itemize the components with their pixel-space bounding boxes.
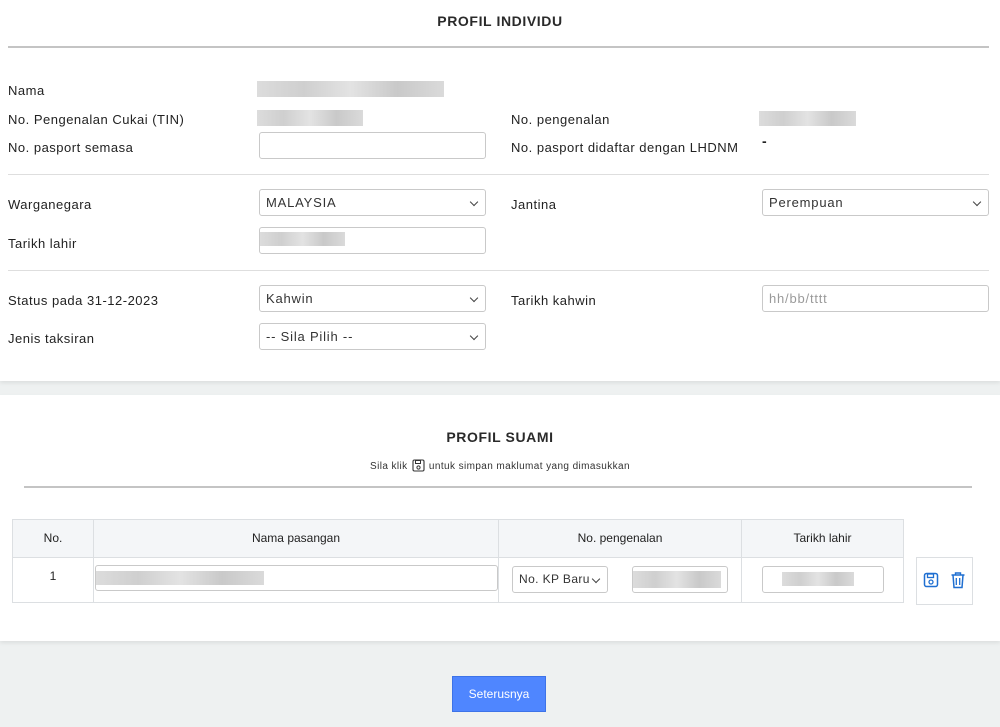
tarikh-lahir-value-redacted [260,232,345,246]
pasport-lhdnm-label: No. pasport didaftar dengan LHDNM [511,140,739,155]
tarikh-kahwin-input[interactable]: hh/bb/tttt [762,285,989,312]
tarikh-kahwin-label: Tarikh kahwin [511,293,597,308]
suami-title-divider [24,486,972,488]
profil-suami-title: PROFIL SUAMI [446,429,554,445]
pasport-lhdnm-value: - [762,133,767,149]
nama-pasangan-input[interactable] [95,565,498,591]
jenis-taksiran-select[interactable]: -- Sila Pilih -- [259,323,486,350]
tin-value-redacted [257,110,363,126]
section-divider-1 [8,174,989,175]
tin-label: No. Pengenalan Cukai (TIN) [8,112,185,127]
jantina-selected: Perempuan [769,195,844,210]
save-row-icon[interactable] [923,572,939,588]
tarikh-lahir-suami-redacted [782,572,854,586]
title-divider [8,46,989,48]
jenis-taksiran-selected: -- Sila Pilih -- [266,329,354,344]
status-select[interactable]: Kahwin [259,285,486,312]
jantina-select[interactable]: Perempuan [762,189,989,216]
section-divider-2 [8,270,989,271]
profil-individu-title: PROFIL INDIVIDU [437,13,563,29]
profil-individu-card: PROFIL INDIVIDU Nama No. Pengenalan Cuka… [0,0,1000,381]
warganegara-label: Warganegara [8,197,92,212]
delete-row-icon[interactable] [950,571,966,589]
table-row-tarikh-lahir-cell [741,557,904,603]
status-label: Status pada 31-12-2023 [8,293,159,308]
table-header-nama: Nama pasangan [93,519,499,558]
table-row-no: 1 [12,557,94,603]
tarikh-lahir-suami-input[interactable] [762,566,884,593]
table-row-pengenalan-cell: No. KP Baru [498,557,742,603]
table-row-nama-cell [93,557,499,603]
save-icon [412,459,425,472]
jenis-pengenalan-select[interactable]: No. KP Baru [512,566,608,593]
tarikh-lahir-label: Tarikh lahir [8,236,77,251]
no-pengenalan-label: No. pengenalan [511,112,610,127]
jenis-pengenalan-selected: No. KP Baru [519,572,590,586]
profil-suami-card: PROFIL SUAMI Sila klik untuk simpan makl… [0,395,1000,641]
tarikh-lahir-input[interactable] [259,227,486,254]
table-header-pengenalan: No. pengenalan [498,519,742,558]
nama-pasangan-redacted [96,571,264,585]
row-actions [916,557,973,605]
save-hint-before: Sila klik [370,461,408,472]
nama-label: Nama [8,83,45,98]
no-pengenalan-value-redacted [759,111,856,126]
nama-value-redacted [257,81,444,97]
save-hint: Sila klik untuk simpan maklumat yang dim… [0,459,1000,472]
table-header-no: No. [12,519,94,558]
seterusnya-button[interactable]: Seterusnya [452,676,546,712]
warganegara-select[interactable]: MALAYSIA [259,189,486,216]
save-hint-after: untuk simpan maklumat yang dimasukkan [428,461,630,472]
table-header-tarikh-lahir: Tarikh lahir [741,519,904,558]
pasport-semasa-input[interactable] [259,132,486,159]
no-pengenalan-suami-input[interactable] [632,566,728,593]
status-selected: Kahwin [266,291,314,306]
jantina-label: Jantina [511,197,557,212]
pasport-semasa-label: No. pasport semasa [8,140,134,155]
no-pengenalan-suami-redacted [633,571,721,588]
jenis-taksiran-label: Jenis taksiran [8,331,95,346]
warganegara-selected: MALAYSIA [266,195,337,210]
